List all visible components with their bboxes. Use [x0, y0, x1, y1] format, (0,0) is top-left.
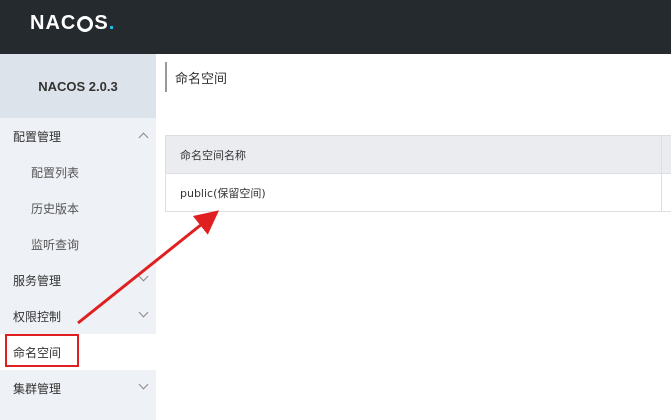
- logo-text-suffix: S: [94, 11, 109, 34]
- table-header-namespace-name: 命名空间名称: [166, 136, 671, 174]
- namespace-table: 命名空间名称 public(保留空间): [165, 135, 671, 212]
- sidebar-item-history-versions[interactable]: 历史版本: [0, 190, 156, 226]
- version-label: NACOS 2.0.3: [0, 54, 156, 118]
- sidebar-item-config-list[interactable]: 配置列表: [0, 154, 156, 190]
- column-divider: [661, 136, 662, 212]
- table-row[interactable]: public(保留空间): [166, 174, 671, 212]
- logo-o-ring-icon: [77, 16, 94, 32]
- sidebar-item-label: 历史版本: [31, 201, 80, 216]
- sidebar-item-config-management[interactable]: 配置管理: [0, 118, 156, 154]
- sidebar-item-access-control[interactable]: 权限控制: [0, 298, 156, 334]
- chevron-up-icon: [138, 132, 149, 143]
- page-title: 命名空间: [165, 62, 227, 92]
- logo-text-prefix: NAC: [30, 11, 77, 34]
- sidebar-item-cluster-management[interactable]: 集群管理: [0, 370, 156, 406]
- sidebar-item-label: 服务管理: [13, 273, 62, 288]
- sidebar-item-label: 集群管理: [13, 381, 62, 396]
- sidebar-item-service-management[interactable]: 服务管理: [0, 262, 156, 298]
- nacos-logo[interactable]: NAC S.: [30, 11, 116, 34]
- sidebar-item-listener-query[interactable]: 监听查询: [0, 226, 156, 262]
- annotation-highlight-box: [5, 334, 79, 367]
- chevron-down-icon: [138, 307, 149, 318]
- sidebar-item-label: 配置列表: [31, 165, 80, 180]
- namespace-name-cell: public(保留空间): [180, 187, 266, 200]
- chevron-down-icon: [138, 271, 149, 282]
- sidebar-item-label: 配置管理: [13, 129, 62, 144]
- top-header: NAC S.: [0, 0, 671, 54]
- nacos-console: NAC S. NACOS 2.0.3 配置管理 配置列表 历史版本 监听查询 服务…: [0, 0, 671, 420]
- logo-dot: .: [108, 11, 116, 34]
- chevron-down-icon: [138, 379, 149, 390]
- sidebar-item-label: 权限控制: [13, 309, 62, 324]
- sidebar-item-label: 监听查询: [31, 237, 80, 252]
